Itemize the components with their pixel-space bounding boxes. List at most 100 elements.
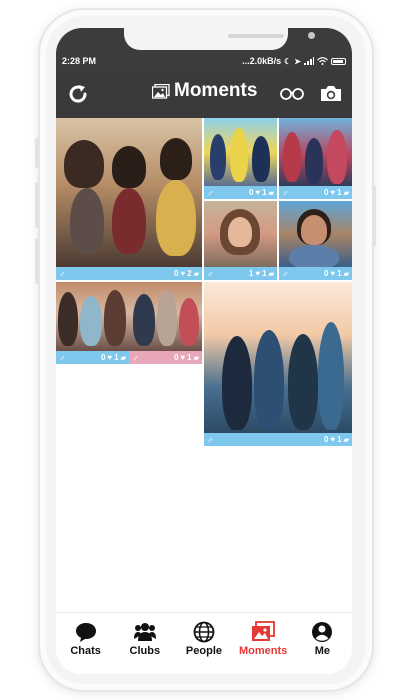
comment-count: 1: [262, 188, 267, 197]
nav-label: Moments: [239, 645, 288, 657]
comment-icon[interactable]: ▰: [194, 270, 199, 278]
nav-me[interactable]: Me: [294, 621, 350, 657]
moment-photo: [204, 118, 277, 186]
heart-icon[interactable]: ♥: [180, 269, 185, 278]
moment-stats: 0 ♥ 1 ▰: [174, 353, 199, 362]
like-count: 0: [323, 435, 329, 444]
photos-icon: [252, 621, 276, 641]
like-count: 0: [323, 188, 329, 197]
moment-tile[interactable]: ♂ 0 ♥ 1 ▰: [279, 201, 352, 280]
globe-icon: [193, 621, 215, 643]
moment-photo: [56, 118, 202, 267]
moment-tile[interactable]: ♂ 0 ♥ 1 ▰: [129, 282, 202, 364]
moment-tile[interactable]: ♂ 0 ♥ 1 ▰: [56, 282, 129, 364]
moment-tile[interactable]: ♂ 0 ♥ 1 ▰: [279, 118, 352, 199]
gender-male-icon: ♂: [207, 434, 214, 445]
phone-power-button: [372, 186, 376, 246]
comment-count: 1: [262, 269, 267, 278]
comment-count: 1: [114, 353, 119, 362]
gender-male-icon: ♂: [132, 352, 139, 363]
gender-male-icon: ♂: [207, 187, 214, 198]
moment-stats: 0 ♥ 1 ▰: [249, 188, 274, 197]
battery-icon: [331, 57, 346, 65]
app-bar: Moments: [56, 70, 352, 118]
status-indicators: ...2.0kB/s ☾ ➤: [242, 56, 346, 66]
moment-stats: 0 ♥ 2 ▰: [174, 269, 199, 278]
moment-stats-bar: ♂ 0 ♥ 1 ▰: [56, 351, 129, 364]
phone-side-button: [35, 238, 39, 284]
status-bar: 2:28 PM ...2.0kB/s ☾ ➤: [56, 28, 352, 70]
comment-icon[interactable]: ▰: [344, 270, 349, 278]
phone-notch: [124, 28, 315, 50]
moment-tile[interactable]: ♂ 1 ♥ 1 ▰: [204, 201, 277, 280]
like-count: 0: [100, 353, 106, 362]
comment-icon[interactable]: ▰: [269, 189, 274, 197]
refresh-icon[interactable]: [66, 82, 90, 106]
like-count: 0: [173, 269, 179, 278]
nav-label: Clubs: [129, 645, 161, 657]
moments-grid: ♂ 0 ♥ 2 ▰ ♂ 0 ♥ 1 ▰ ♂ 0 ♥ 1 ▰ ♂ 1 ♥ 1 ▰ …: [56, 118, 352, 618]
signal-icon: [304, 57, 314, 65]
moment-photo: [56, 282, 129, 351]
moment-tile[interactable]: ♂ 0 ♥ 2 ▰: [56, 118, 202, 280]
chat-bubble-icon: [75, 623, 96, 642]
app-title-group: Moments: [152, 80, 257, 102]
group-icon: [133, 623, 156, 641]
moment-photo: [204, 282, 352, 433]
heart-icon[interactable]: ♥: [180, 353, 185, 362]
gender-male-icon: ♂: [282, 187, 289, 198]
heart-icon[interactable]: ♥: [107, 353, 112, 362]
moment-photo: [279, 201, 352, 269]
nav-people[interactable]: People: [176, 621, 232, 657]
network-speed: ...2.0kB/s: [242, 56, 282, 66]
heart-icon[interactable]: ♥: [330, 269, 335, 278]
comment-count: 2: [187, 269, 192, 278]
nav-clubs[interactable]: Clubs: [117, 621, 173, 657]
comment-icon[interactable]: ▰: [344, 436, 349, 444]
moment-stats: 1 ♥ 1 ▰: [249, 269, 274, 278]
moon-icon: ☾: [284, 56, 292, 66]
comment-icon[interactable]: ▰: [194, 354, 199, 362]
photo-icon: [152, 83, 170, 99]
location-icon: ➤: [294, 56, 301, 66]
moment-stats-bar: ♂ 0 ♥ 1 ▰: [204, 186, 277, 199]
comment-count: 1: [337, 188, 342, 197]
bottom-navigation: Chats Clubs People Moments Me: [56, 612, 352, 674]
comment-count: 1: [337, 269, 342, 278]
nav-chats[interactable]: Chats: [58, 621, 114, 657]
moment-tile[interactable]: ♂ 0 ♥ 1 ▰: [204, 118, 277, 199]
moment-stats: 0 ♥ 1 ▰: [324, 188, 349, 197]
front-camera: [308, 32, 315, 39]
comment-icon[interactable]: ▰: [269, 270, 274, 278]
camera-icon[interactable]: [320, 83, 342, 103]
heart-icon[interactable]: ♥: [255, 188, 260, 197]
moment-photo: [279, 118, 352, 186]
moment-stats-bar: ♂ 0 ♥ 1 ▰: [279, 186, 352, 199]
like-count: 0: [173, 353, 179, 362]
moment-tile[interactable]: ♂ 0 ♥ 1 ▰: [204, 282, 352, 446]
gender-male-icon: ♂: [59, 268, 66, 279]
nav-label: People: [185, 645, 222, 657]
nav-moments[interactable]: Moments: [235, 621, 291, 657]
comment-icon[interactable]: ▰: [344, 189, 349, 197]
like-count: 0: [323, 269, 329, 278]
wifi-icon: [317, 57, 328, 65]
phone-side-button: [35, 182, 39, 228]
page-title: Moments: [174, 80, 258, 101]
moment-stats-bar: ♂ 0 ♥ 1 ▰: [204, 433, 352, 446]
phone-side-button: [35, 138, 39, 168]
moment-photo: [129, 282, 202, 351]
comment-icon[interactable]: ▰: [121, 354, 126, 362]
person-icon: [312, 622, 333, 642]
moment-stats-bar: ♂ 0 ♥ 2 ▰: [56, 267, 202, 280]
glasses-icon[interactable]: [280, 87, 304, 101]
gender-male-icon: ♂: [59, 352, 66, 363]
heart-icon[interactable]: ♥: [255, 269, 260, 278]
moment-stats-bar: ♂ 0 ♥ 1 ▰: [129, 351, 202, 364]
status-time: 2:28 PM: [62, 56, 97, 66]
moment-stats-bar: ♂ 1 ♥ 1 ▰: [204, 267, 277, 280]
heart-icon[interactable]: ♥: [330, 188, 335, 197]
speaker-grille: [228, 34, 284, 38]
gender-male-icon: ♂: [207, 268, 214, 279]
heart-icon[interactable]: ♥: [330, 435, 335, 444]
